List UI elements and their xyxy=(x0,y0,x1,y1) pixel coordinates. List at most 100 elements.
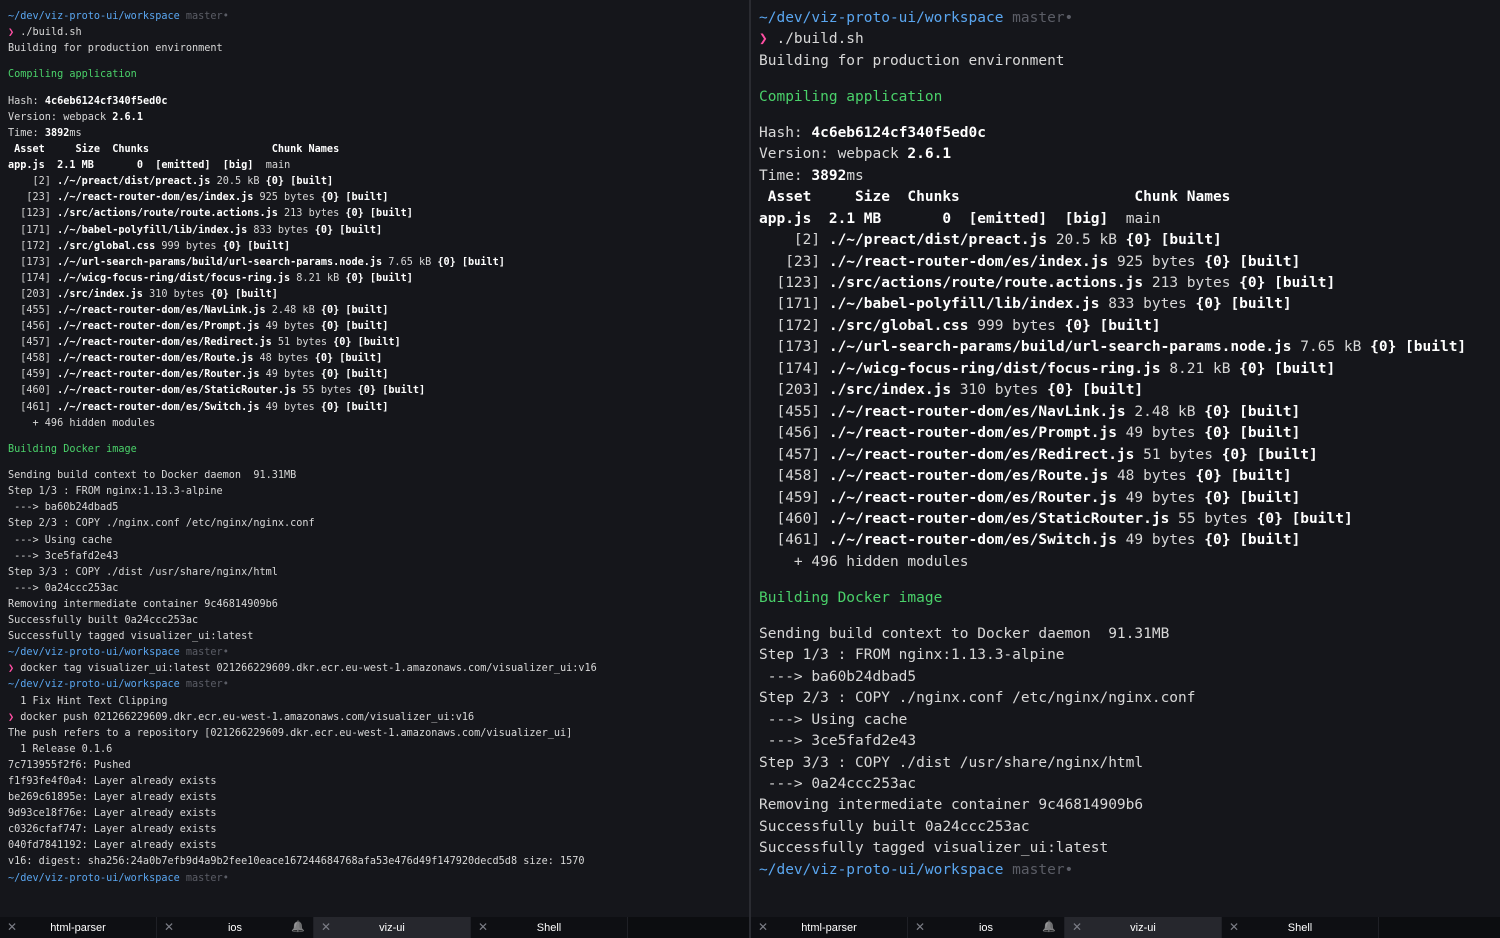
module-id: [460] xyxy=(8,385,51,397)
close-icon[interactable]: ✕ xyxy=(321,920,331,934)
module-id: [458] xyxy=(759,468,821,485)
module-status: [built] xyxy=(369,208,413,220)
module-size: 7.65 kB xyxy=(1300,339,1362,356)
terminal-line: [2] ./~/preact/dist/preact.js 20.5 kB {0… xyxy=(759,230,1492,251)
tab-bar-right: ✕ html-parser ✕ ios 🔔 ✕ viz-ui ✕ Shell xyxy=(751,917,1500,938)
terminal-line: Building for production environment xyxy=(8,41,741,57)
docker-output: ---> 0a24ccc253ac xyxy=(759,775,917,792)
terminal-line: [458] ./~/react-router-dom/es/Route.js 4… xyxy=(759,466,1492,487)
terminal-line: ---> 0a24ccc253ac xyxy=(759,774,1492,795)
tab-label: html-parser xyxy=(50,921,106,934)
close-icon[interactable]: ✕ xyxy=(164,920,174,934)
module-path: ./~/babel-polyfill/lib/index.js xyxy=(828,296,1100,313)
prompt-branch: master• xyxy=(185,679,229,691)
close-icon[interactable]: ✕ xyxy=(7,920,17,934)
terminal-line: [172] ./src/global.css 999 bytes {0} [bu… xyxy=(8,239,741,255)
module-status: [built] xyxy=(1230,468,1292,485)
module-path: ./~/react-router-dom/es/Switch.js xyxy=(828,532,1117,549)
git-output: 1 Release 0.1.6 xyxy=(8,743,113,755)
module-id: [461] xyxy=(8,401,51,413)
terminal-pane-left[interactable]: ~/dev/viz-proto-ui/workspace master• ❯ ./… xyxy=(0,0,749,917)
docker-output: ---> Using cache xyxy=(8,534,113,546)
tab-shell[interactable]: ✕ Shell xyxy=(1222,917,1379,938)
close-icon[interactable]: ✕ xyxy=(915,920,925,934)
module-size: 310 bytes xyxy=(959,382,1039,399)
tab-shell[interactable]: ✕ Shell xyxy=(471,917,628,938)
terminal-line: [455] ./~/react-router-dom/es/NavLink.js… xyxy=(759,402,1492,423)
terminal-line: ~/dev/viz-proto-ui/workspace master• xyxy=(759,8,1492,29)
module-chunk: {0} xyxy=(320,192,340,204)
terminal-line: ---> ba60b24dbad5 xyxy=(759,667,1492,688)
module-chunk: {0} xyxy=(357,385,377,397)
module-chunk: {0} xyxy=(1204,489,1231,506)
tab-label: html-parser xyxy=(801,921,857,934)
terminal-line: Step 3/3 : COPY ./dist /usr/share/nginx/… xyxy=(759,753,1492,774)
terminal-line: [457] ./~/react-router-dom/es/Redirect.j… xyxy=(759,445,1492,466)
terminal-line: [458] ./~/react-router-dom/es/Route.js 4… xyxy=(8,351,741,367)
tab-html-parser[interactable]: ✕ html-parser xyxy=(751,917,908,938)
terminal-line: Removing intermediate container 9c468149… xyxy=(8,597,741,613)
close-icon[interactable]: ✕ xyxy=(1229,920,1239,934)
module-id: [455] xyxy=(8,304,51,316)
tab-bar-fill xyxy=(628,917,749,938)
tab-html-parser[interactable]: ✕ html-parser xyxy=(0,917,157,938)
module-status: [built] xyxy=(1099,317,1161,334)
terminal-line: [460] ./~/react-router-dom/es/StaticRout… xyxy=(8,383,741,399)
close-icon[interactable]: ✕ xyxy=(758,920,768,934)
asset-big: [big] xyxy=(1064,210,1109,227)
module-status: [built] xyxy=(1239,489,1301,506)
docker-output: be269c61895e: Layer already exists xyxy=(8,792,217,804)
tab-bar-fill xyxy=(1379,917,1500,938)
module-id: [458] xyxy=(8,353,51,365)
time-value: 3892 xyxy=(811,167,847,184)
module-path: ./~/react-router-dom/es/Prompt.js xyxy=(57,321,260,333)
close-icon[interactable]: ✕ xyxy=(1072,920,1082,934)
terminal-line: [461] ./~/react-router-dom/es/Switch.js … xyxy=(8,400,741,416)
terminal-line: 1 Fix Hint Text Clipping xyxy=(8,694,741,710)
tab-label: Shell xyxy=(536,921,562,934)
docker-output: f1f93fe4f0a4: Layer already exists xyxy=(8,775,217,787)
docker-output: ---> ba60b24dbad5 xyxy=(759,668,917,685)
tab-ios[interactable]: ✕ ios 🔔 xyxy=(908,917,1065,938)
prompt-path: ~/dev/viz-proto-ui/workspace xyxy=(8,11,180,22)
hash-value: 4c6eb6124cf340f5ed0c xyxy=(44,95,168,107)
tab-viz-ui[interactable]: ✕ viz-ui xyxy=(1065,917,1222,938)
terminal-line: Hash: 4c6eb6124cf340f5ed0c xyxy=(8,94,741,110)
module-path: ./src/index.js xyxy=(57,288,143,300)
tab-viz-ui[interactable]: ✕ viz-ui xyxy=(314,917,471,938)
module-size: 213 bytes xyxy=(1151,274,1231,291)
module-size: 2.48 kB xyxy=(271,304,315,316)
terminal-line: + 496 hidden modules xyxy=(8,416,741,432)
version-value: 2.6.1 xyxy=(112,111,143,123)
docker-output: ---> 0a24ccc253ac xyxy=(8,582,119,594)
asset-chunks: 0 xyxy=(942,210,952,227)
module-id: [456] xyxy=(8,321,51,333)
terminal-line: ---> ba60b24dbad5 xyxy=(8,500,741,516)
module-size: 49 bytes xyxy=(265,401,315,413)
terminal-pane-right[interactable]: ~/dev/viz-proto-ui/workspace master• ❯ ./… xyxy=(751,0,1500,917)
docker-output: Successfully tagged visualizer_ui:latest xyxy=(759,840,1109,857)
module-status: [built] xyxy=(1239,425,1301,442)
close-icon[interactable]: ✕ xyxy=(478,920,488,934)
terminal-line: Building for production environment xyxy=(759,51,1492,72)
module-path: ./~/wicg-focus-ring/dist/focus-ring.js xyxy=(57,272,291,284)
terminal-line: Building Docker image xyxy=(8,442,741,458)
module-chunk: {0} xyxy=(314,224,334,236)
tab-ios[interactable]: ✕ ios 🔔 xyxy=(157,917,314,938)
